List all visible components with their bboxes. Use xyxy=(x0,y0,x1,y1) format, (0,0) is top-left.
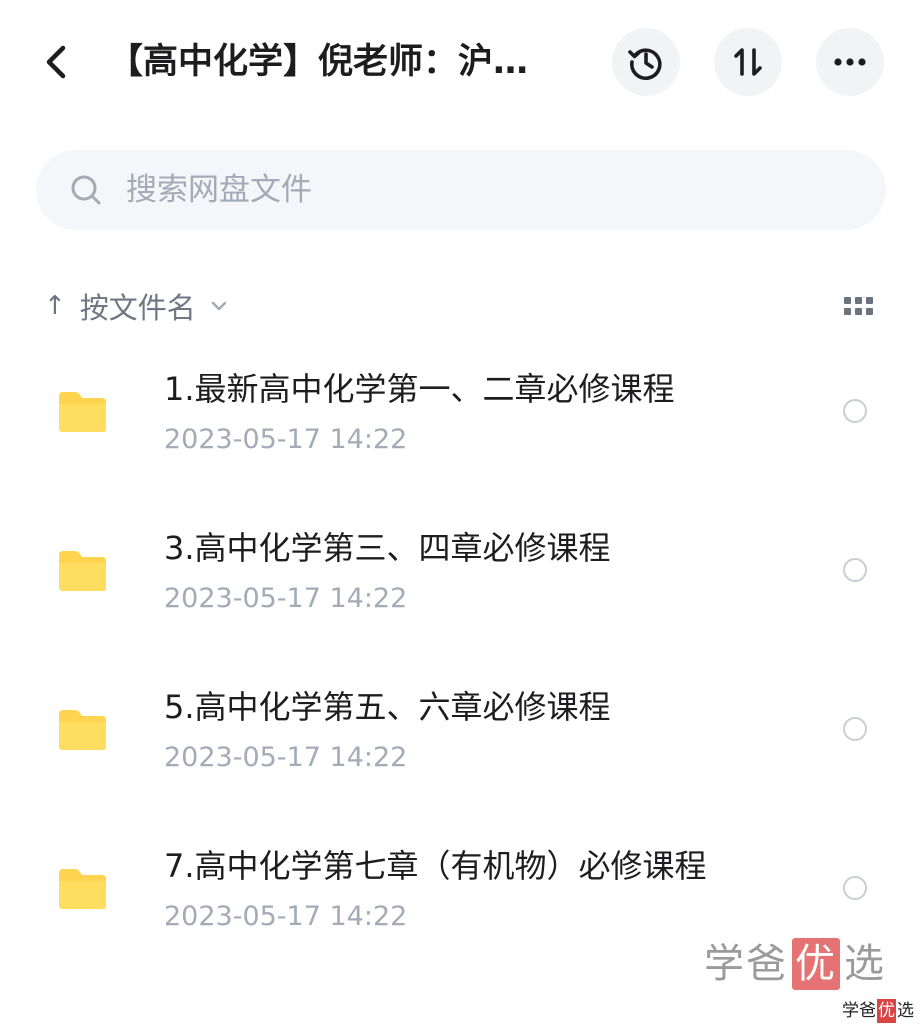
folder-row[interactable]: 1.最新高中化学第一、二章必修课程 2023-05-17 14:22 xyxy=(0,350,921,509)
page-title: 【高中化学】倪老师：沪… xyxy=(108,42,529,82)
folder-name: 7.高中化学第七章（有机物）必修课程 xyxy=(164,847,707,885)
watermark-logo: 学爸 优 选 xyxy=(704,938,886,990)
back-button[interactable] xyxy=(32,38,80,86)
folder-date: 2023-05-17 14:22 xyxy=(164,583,408,614)
folder-name: 5.高中化学第五、六章必修课程 xyxy=(164,688,611,726)
watermark-logo-small: 学爸 优 选 xyxy=(842,999,914,1023)
netdisk-folder-screen: 【高中化学】倪老师：沪… 搜索网盘文件 ↑ 按文件名 1.最新高中化学第一、二章… xyxy=(0,0,921,1024)
select-radio[interactable] xyxy=(843,399,867,423)
chevron-down-icon xyxy=(210,300,228,312)
sort-label: 按文件名 xyxy=(79,291,196,325)
folder-name: 3.高中化学第三、四章必修课程 xyxy=(164,529,611,567)
folder-icon xyxy=(59,551,106,591)
sort-row: ↑ 按文件名 xyxy=(36,280,886,332)
sort-button[interactable] xyxy=(714,28,782,96)
watermark-text-b: 选 xyxy=(844,941,886,987)
sort-arrows-icon xyxy=(734,48,762,76)
watermark-text-a: 学爸 xyxy=(704,941,788,987)
folder-date: 2023-05-17 14:22 xyxy=(164,424,408,455)
sort-by-name-toggle[interactable]: ↑ 按文件名 xyxy=(44,280,228,332)
folder-date: 2023-05-17 14:22 xyxy=(164,901,408,932)
search-input[interactable] xyxy=(124,171,808,209)
folder-name: 1.最新高中化学第一、二章必修课程 xyxy=(164,370,675,408)
grid-view-icon xyxy=(844,297,873,315)
more-horizontal-icon xyxy=(834,58,866,66)
folder-icon xyxy=(59,869,106,909)
folder-row[interactable]: 5.高中化学第五、六章必修课程 2023-05-17 14:22 xyxy=(0,668,921,827)
folder-row[interactable]: 3.高中化学第三、四章必修课程 2023-05-17 14:22 xyxy=(0,509,921,668)
search-bar[interactable] xyxy=(36,150,886,230)
watermark-small-text-a: 学爸 xyxy=(842,1001,876,1021)
folder-icon xyxy=(59,392,106,432)
history-button[interactable] xyxy=(612,28,680,96)
more-button[interactable] xyxy=(816,28,884,96)
select-radio[interactable] xyxy=(843,558,867,582)
history-clock-icon xyxy=(628,48,662,81)
top-bar: 【高中化学】倪老师：沪… xyxy=(0,0,921,125)
select-radio[interactable] xyxy=(843,717,867,741)
chevron-left-icon xyxy=(46,45,66,79)
watermark-highlight: 优 xyxy=(792,938,840,990)
file-list: 1.最新高中化学第一、二章必修课程 2023-05-17 14:22 3.高中化… xyxy=(0,350,921,986)
grid-view-toggle[interactable] xyxy=(842,290,876,324)
folder-icon xyxy=(59,710,106,750)
watermark-small-highlight: 优 xyxy=(877,999,896,1023)
folder-date: 2023-05-17 14:22 xyxy=(164,742,408,773)
watermark-small-text-b: 选 xyxy=(897,1001,914,1021)
select-radio[interactable] xyxy=(843,876,867,900)
search-icon xyxy=(68,172,104,208)
sort-ascending-arrow-icon: ↑ xyxy=(44,291,66,321)
